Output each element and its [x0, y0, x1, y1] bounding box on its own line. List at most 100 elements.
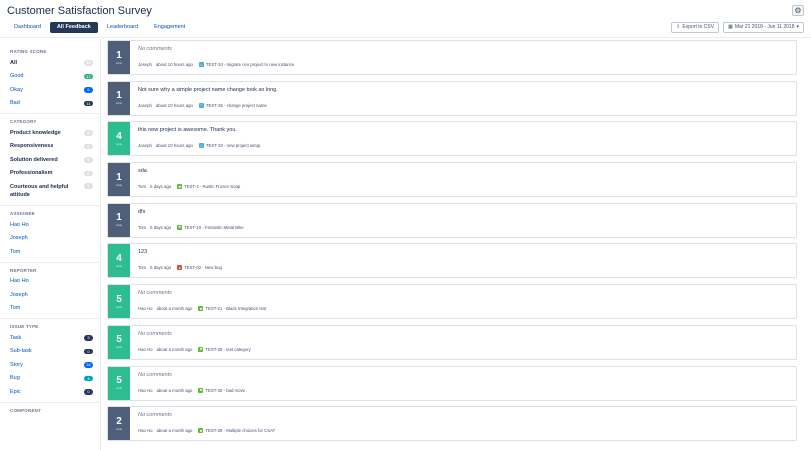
score-value: 4 [116, 252, 122, 264]
feedback-time: 5 days ago [150, 224, 172, 230]
feedback-comment: sda [138, 168, 147, 175]
issue-link[interactable]: TEST-02 - New bug [184, 265, 222, 270]
score-box: 4 score [108, 122, 130, 156]
filter-label: Task [10, 334, 22, 341]
feedback-card[interactable]: 1 score No comments Joseph about 10 hour… [107, 40, 797, 75]
filter-reporter-tom[interactable]: Tom [10, 302, 93, 316]
story-icon: ■ [198, 428, 204, 434]
feedback-card[interactable]: 5 score No comments Hao Ho about a month… [107, 365, 797, 401]
story-icon: ■ [198, 306, 204, 312]
filter-category-solution-delivered[interactable]: Solution delivered 0 [10, 153, 93, 167]
filter-issue-bug[interactable]: Bug 4 [10, 372, 93, 386]
feedback-card[interactable]: 2 score No comments Hao Ho about a month… [107, 406, 797, 442]
tab-leaderboard[interactable]: Leaderboard [100, 22, 145, 33]
export-label: Export to CSV [682, 24, 715, 30]
count-badge: 3 [84, 335, 93, 341]
filter-label: Responsiveness [10, 143, 54, 150]
filter-rating-all[interactable]: All 40 [10, 56, 93, 70]
issue-link[interactable]: TEST-30 - bad move [205, 388, 245, 393]
filter-label: Joseph [10, 235, 28, 242]
assignee-heading: ASSIGNEE [10, 211, 35, 216]
filter-category-professionalism[interactable]: Professionalism 0 [10, 167, 93, 181]
score-box: 4 score [108, 244, 130, 278]
feedback-list: 1 score No comments Joseph about 10 hour… [107, 40, 797, 447]
export-csv-button[interactable]: ⇪ Export to CSV [671, 22, 720, 33]
issue-link[interactable]: TEST-34 - migrate ceo project to new ins… [206, 62, 294, 67]
filter-label: All [10, 59, 18, 66]
filter-issue-epic[interactable]: Epic 0 [10, 385, 93, 399]
filter-category-courteous[interactable]: Courteous and helpful attitude 0 [10, 180, 93, 202]
feedback-card[interactable]: 5 score No comments Hao Ho about a month… [107, 324, 797, 360]
count-badge: 0 [84, 170, 93, 176]
story-icon: ■ [198, 387, 204, 393]
issue-link[interactable]: TEST-21 - Black Integration test [205, 306, 266, 311]
feedback-user: Joseph [138, 102, 152, 108]
page-title: Customer Satisfaction Survey [7, 5, 152, 17]
feedback-time: about a month ago [156, 387, 193, 393]
count-badge: 6 [84, 87, 93, 93]
story-icon: ■ [177, 224, 183, 230]
filter-assignee-hao-ho[interactable]: Hao Ho [10, 218, 93, 232]
score-box: 1 score [108, 81, 130, 115]
issue-link[interactable]: TEST-10 - Fantastic Metal Bike [184, 225, 243, 230]
feedback-card[interactable]: 1 score sda Tom 5 days ago ■ TEST-4 - Ru… [107, 162, 797, 198]
task-icon: ✓ [198, 102, 204, 108]
issue-link[interactable]: TEST-4 - Rustic Frozen Soap [184, 184, 240, 189]
feedback-time: about 10 hours ago [155, 62, 193, 67]
feedback-card[interactable]: 1 score Not sure why a simple project na… [107, 80, 797, 116]
count-badge: 0 [84, 157, 93, 163]
filter-category-product-knowledge[interactable]: Product knowledge 0 [10, 126, 93, 140]
feedback-card[interactable]: 5 score No comments Hao Ho about a month… [107, 284, 797, 320]
gear-icon[interactable]: ⚙ [792, 5, 804, 16]
score-value: 5 [116, 375, 122, 386]
filter-assignee-joseph[interactable]: Joseph [10, 232, 93, 246]
feedback-time: about 10 hours ago [155, 143, 193, 149]
feedback-time: 5 days ago [150, 265, 172, 271]
filter-reporter-hao-ho[interactable]: Hao Ho [10, 275, 93, 289]
issue-link[interactable]: TEST-33 - new project setup [206, 143, 260, 148]
feedback-comment: No comments [138, 371, 172, 378]
tab-all-feedback[interactable]: All Feedback [49, 22, 98, 33]
feedback-user: Joseph [138, 62, 152, 67]
feedback-card[interactable]: 4 score this new project is awesome. Tha… [107, 121, 797, 157]
issue-type-heading: ISSUE TYPE [10, 324, 39, 329]
filter-rating-bad[interactable]: Bad 11 [10, 97, 93, 111]
tab-dashboard[interactable]: Dashboard [7, 22, 48, 33]
filter-label: Sub-task [10, 348, 32, 355]
score-unit: score [115, 183, 123, 187]
filter-reporter-joseph[interactable]: Joseph [10, 288, 93, 302]
score-unit: score [115, 264, 123, 268]
divider [0, 318, 100, 319]
tab-engagement[interactable]: Engagement [147, 22, 192, 33]
filter-assignee-tom[interactable]: Tom [10, 245, 93, 259]
feedback-time: about 10 hours ago [155, 102, 193, 108]
filter-issue-story[interactable]: Story 34 [10, 358, 93, 372]
category-heading: CATEGORY [10, 119, 37, 124]
filter-rating-okay[interactable]: Okay 6 [10, 83, 93, 97]
feedback-card[interactable]: 1 score dfs Tom 5 days ago ■ TEST-10 - F… [107, 202, 797, 238]
count-badge: 4 [84, 375, 93, 381]
tab-bar: Dashboard All Feedback Leaderboard Engag… [7, 22, 192, 33]
score-value: 1 [116, 90, 122, 102]
score-value: 4 [116, 130, 122, 142]
filter-sidebar: RATING SCORE All 40 Good 17 Okay 6 Bad 1… [0, 38, 101, 450]
count-badge: 0 [84, 130, 93, 136]
story-icon: ■ [198, 346, 204, 352]
date-range-picker[interactable]: ▦ Mar 21 2018 - Jun 11 2018 ▾ [723, 22, 804, 33]
issue-link[interactable]: TEST-35 - change project name [206, 103, 267, 108]
feedback-card[interactable]: 4 score 123 Tom 5 days ago ● TEST-02 - N… [107, 243, 797, 279]
score-box: 2 score [108, 407, 130, 441]
issue-link[interactable]: TEST-28 - Multiple choices for CSAT [205, 428, 275, 433]
score-unit: score [115, 102, 123, 106]
issue-link[interactable]: TEST-25 - test category [205, 347, 250, 352]
filter-label: Product knowledge [10, 129, 61, 136]
filter-label: Tom [10, 305, 21, 312]
filter-category-responsiveness[interactable]: Responsiveness 0 [10, 140, 93, 154]
score-box: 1 score [108, 203, 130, 237]
filter-label: Good [10, 73, 24, 80]
feedback-user: Hao Ho [138, 428, 153, 434]
filter-issue-task[interactable]: Task 3 [10, 331, 93, 345]
filter-rating-good[interactable]: Good 17 [10, 70, 93, 84]
filter-issue-subtask[interactable]: Sub-task 0 [10, 345, 93, 359]
divider [0, 205, 100, 206]
